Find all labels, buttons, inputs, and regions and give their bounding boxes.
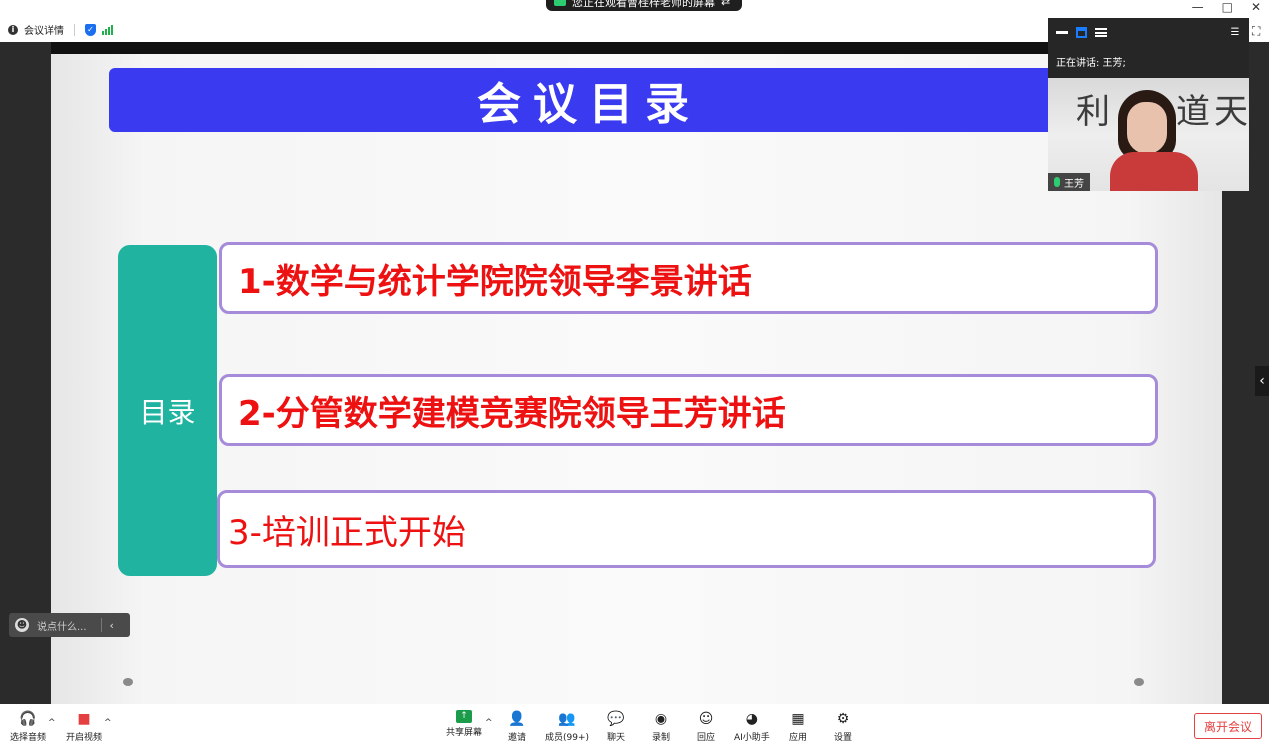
participant-video[interactable]: 利 道 天 王芳 (1048, 78, 1249, 191)
reaction-icon: ☺ (698, 711, 714, 727)
participant-name-tag: 王芳 (1048, 173, 1090, 191)
toc-item-2: 2-分管数学建模竞赛院领导王芳讲话 (219, 374, 1158, 446)
invite-icon: 👤 (508, 711, 526, 727)
sidebar-toggle-button[interactable]: ‹ (1255, 366, 1269, 396)
record-button[interactable]: ◉ 录制 (652, 710, 670, 743)
apps-button[interactable]: ▦ 应用 (789, 710, 807, 743)
video-off-icon: ■ (77, 711, 91, 727)
slide-bullet-dot (1134, 678, 1144, 686)
participant-person (1110, 90, 1198, 191)
emoji-icon[interactable]: ☻ (15, 618, 29, 632)
minimize-panel-icon[interactable] (1056, 30, 1068, 34)
quick-chat-input[interactable]: ☻ 说点什么... ‹ (9, 613, 130, 637)
invite-button[interactable]: 👤 邀请 (508, 710, 526, 743)
presentation-slide: 会议目录 目录 1-数学与统计学院院领导李景讲话 2-分管数学建模竞赛院领导王芳… (51, 54, 1222, 704)
settings-button[interactable]: ⚙ 设置 (834, 710, 852, 743)
audio-options-caret[interactable]: ^ (48, 718, 56, 728)
audio-label: 选择音频 (10, 733, 47, 743)
record-label: 录制 (652, 733, 671, 743)
ai-assistant-icon: ◕ (745, 711, 759, 727)
speaking-indicator: 正在讲话: 王芳; (1056, 57, 1126, 69)
chat-placeholder[interactable]: 说点什么... (37, 618, 87, 633)
share-screen-button[interactable]: ↑ 共享屏幕 (446, 710, 482, 738)
minimize-button[interactable]: — (1192, 0, 1204, 14)
single-view-icon[interactable] (1076, 26, 1087, 38)
members-label: 成员(99+) (545, 733, 590, 743)
info-icon[interactable]: i (8, 24, 18, 35)
apps-icon: ▦ (791, 711, 805, 727)
apps-label: 应用 (789, 733, 808, 743)
ai-assistant-button[interactable]: ◕ AI小助手 (734, 710, 770, 743)
slide-top-edge (51, 42, 1222, 54)
chat-button[interactable]: 💬 聊天 (607, 710, 625, 743)
chevron-left-icon[interactable]: ‹ (110, 619, 114, 632)
security-shield-icon[interactable]: ✓ (85, 23, 96, 36)
divider (100, 618, 102, 632)
meeting-window: 您正在观看曹桂梓老师的屏幕 ⇄ — □ ✕ i 会议详情 ✓ 会议目录 目录 1… (0, 0, 1269, 747)
network-signal-icon[interactable] (102, 24, 113, 35)
invite-label: 邀请 (508, 733, 527, 743)
slide-bullet-dot (123, 678, 133, 686)
record-icon: ◉ (654, 711, 668, 727)
video-button[interactable]: ■ 开启视频 (66, 710, 102, 743)
close-button[interactable]: ✕ (1251, 0, 1261, 14)
bottom-toolbar: 🎧 选择音频 ^ ■ 开启视频 ^ ↑ 共享屏幕 ^ 👤 邀请 👥 成员(99+… (0, 704, 1269, 747)
share-screen-icon: ↑ (456, 710, 472, 723)
calligraphy-background-char: 天 (1214, 92, 1248, 132)
toc-item-3: 3-培训正式开始 (217, 490, 1156, 568)
headphones-icon: 🎧 (19, 711, 37, 727)
chat-label: 聊天 (607, 733, 626, 743)
meeting-info: i 会议详情 ✓ (8, 22, 113, 37)
microphone-icon (1054, 177, 1060, 187)
slide-title: 会议目录 (109, 68, 1069, 132)
restore-button[interactable]: □ (1222, 0, 1233, 14)
share-menu-icon[interactable]: ⇄ (721, 0, 730, 8)
members-button[interactable]: 👥 成员(99+) (545, 710, 589, 743)
collapse-panel-icon[interactable]: ☰ (1229, 27, 1241, 38)
list-view-icon[interactable] (1095, 27, 1107, 37)
audio-button[interactable]: 🎧 选择音频 (10, 710, 46, 743)
meeting-details-link[interactable]: 会议详情 (24, 22, 64, 37)
video-panel: ☰ 正在讲话: 王芳; 利 道 天 王芳 (1048, 18, 1249, 191)
share-banner-text: 您正在观看曹桂梓老师的屏幕 (572, 0, 715, 9)
toc-item-1: 1-数学与统计学院院领导李景讲话 (219, 242, 1158, 314)
share-options-caret[interactable]: ^ (485, 718, 493, 728)
window-controls: — □ ✕ (1192, 0, 1261, 14)
toc-label: 目录 (118, 245, 217, 576)
chevron-left-icon: ‹ (1259, 373, 1265, 389)
members-icon: 👥 (558, 711, 576, 727)
screen-share-banner[interactable]: 您正在观看曹桂梓老师的屏幕 ⇄ (546, 0, 743, 11)
share-screen-label: 共享屏幕 (446, 728, 483, 738)
leave-meeting-button[interactable]: 离开会议 (1194, 713, 1262, 739)
fullscreen-icon[interactable]: ⛶ (1252, 24, 1260, 39)
reaction-button[interactable]: ☺ 回应 (697, 710, 715, 743)
chat-icon: 💬 (607, 711, 625, 727)
video-label: 开启视频 (66, 733, 103, 743)
video-options-caret[interactable]: ^ (104, 718, 112, 728)
camera-icon (554, 0, 566, 6)
settings-icon: ⚙ (836, 711, 850, 727)
participant-name: 王芳 (1064, 178, 1084, 190)
settings-label: 设置 (834, 733, 853, 743)
calligraphy-background-char: 利 (1076, 92, 1110, 132)
video-panel-header: ☰ (1048, 18, 1249, 46)
reaction-label: 回应 (697, 733, 716, 743)
divider (74, 23, 75, 36)
ai-assistant-label: AI小助手 (734, 733, 770, 743)
